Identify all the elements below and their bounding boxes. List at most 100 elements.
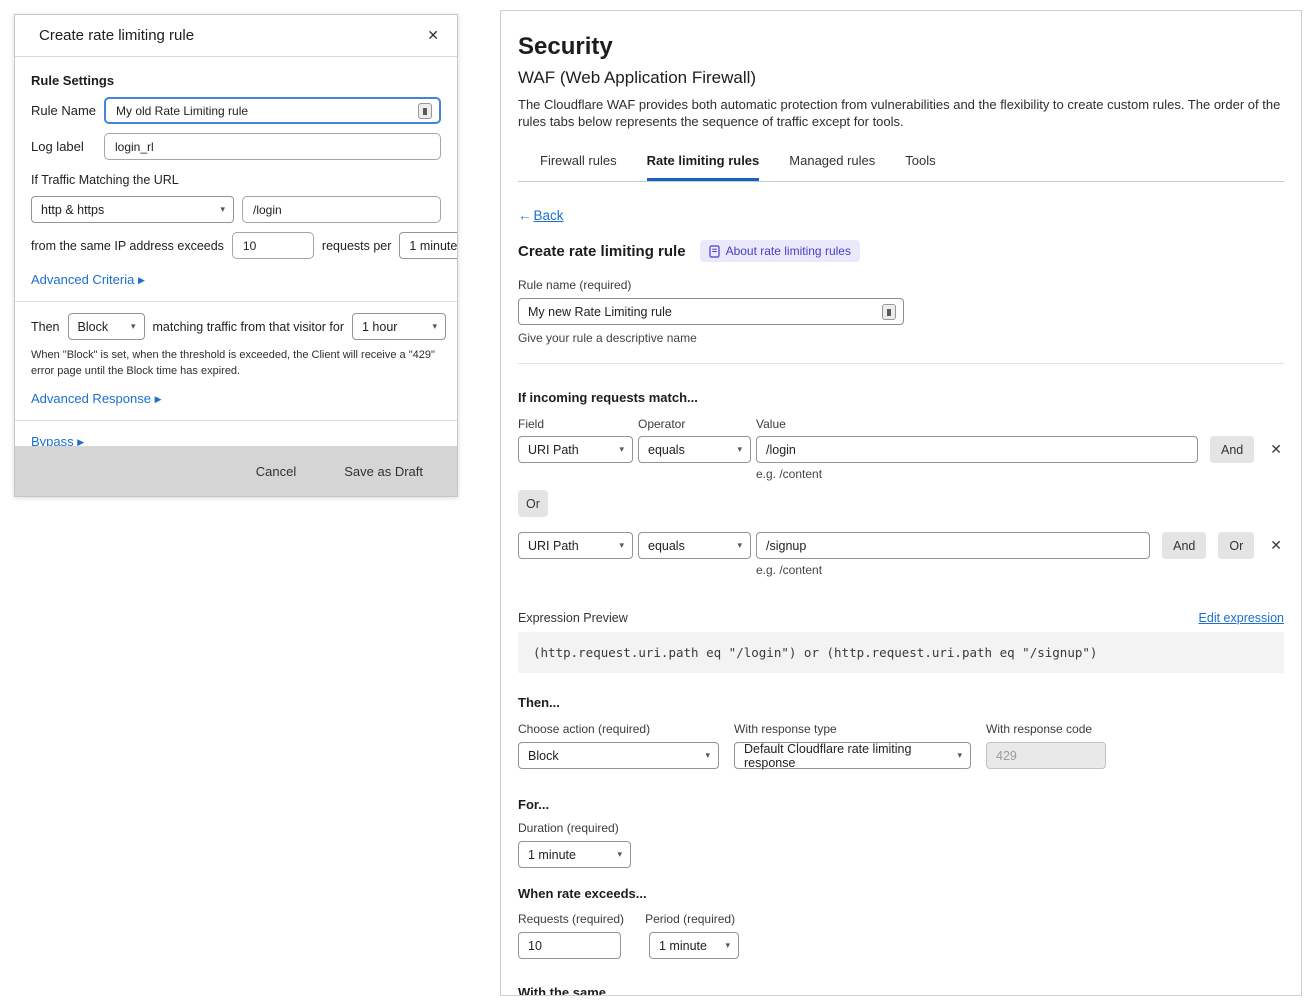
page-subtitle: WAF (Web Application Firewall) — [518, 68, 1284, 88]
page-title: Security — [518, 33, 1284, 61]
value-input[interactable] — [756, 532, 1150, 559]
operator-column-label: Operator — [638, 417, 756, 431]
rule-name-input[interactable] — [108, 104, 412, 118]
expression-code: (http.request.uri.path eq "/login") or (… — [518, 632, 1284, 673]
close-icon[interactable]: ✕ — [425, 25, 441, 46]
response-type-label: With response type — [734, 722, 971, 736]
dialog-footer: Cancel Save as Draft — [15, 446, 457, 496]
remove-icon[interactable]: ✕ — [1268, 441, 1284, 458]
advanced-criteria-link[interactable]: Advanced Criteria ▶ — [31, 272, 145, 287]
dialog-divider — [15, 301, 457, 302]
condition-row: URI Path ▾ equals ▾ And Or ✕ — [518, 532, 1284, 559]
chevron-down-icon: ▾ — [957, 751, 962, 760]
remove-icon[interactable]: ✕ — [1268, 537, 1284, 554]
rule-name-field-wrap — [104, 97, 441, 124]
value-input[interactable] — [756, 436, 1198, 463]
value-column-label: Value — [756, 417, 786, 431]
response-code-input: 429 — [986, 742, 1106, 769]
chevron-down-icon: ▾ — [619, 445, 624, 454]
scheme-select[interactable]: http & https ▾ — [31, 196, 234, 223]
chevron-down-icon: ▾ — [617, 850, 622, 859]
cancel-button[interactable]: Cancel — [250, 463, 302, 480]
back-arrow-icon: ← — [518, 208, 532, 223]
rule-settings-heading: Rule Settings — [31, 73, 441, 88]
chevron-down-icon: ▾ — [131, 322, 136, 331]
back-link[interactable]: ← Back — [518, 208, 564, 223]
form-title: Create rate limiting rule — [518, 243, 686, 260]
field-select[interactable]: URI Path ▾ — [518, 532, 633, 559]
url-input[interactable] — [245, 203, 433, 217]
chevron-down-icon: ▾ — [220, 205, 225, 214]
and-button[interactable]: And — [1162, 532, 1206, 559]
traffic-match-heading: If Traffic Matching the URL — [31, 173, 441, 187]
chevron-down-icon: ▾ — [432, 322, 437, 331]
block-duration-select[interactable]: 1 hour ▾ — [352, 313, 446, 340]
tab-managed-rules[interactable]: Managed rules — [789, 144, 875, 181]
disclosure-triangle-icon: ▶ — [155, 394, 162, 404]
chevron-down-icon: ▾ — [619, 541, 624, 550]
requests-per-text: requests per — [322, 239, 391, 253]
security-waf-panel: Security WAF (Web Application Firewall) … — [500, 10, 1302, 996]
response-type-select[interactable]: Default Cloudflare rate limiting respons… — [734, 742, 971, 769]
period-label: Period (required) — [645, 912, 735, 926]
period-select[interactable]: 1 minute ▾ — [399, 232, 458, 259]
edit-expression-link[interactable]: Edit expression — [1199, 611, 1284, 625]
create-rate-limiting-rule-dialog: Create rate limiting rule ✕ Rule Setting… — [14, 14, 458, 497]
block-note: When "Block" is set, when the threshold … — [31, 348, 441, 380]
rate-heading: When rate exceeds... — [518, 886, 1284, 901]
rule-name-field-wrap — [518, 298, 904, 325]
log-label-field-wrap — [104, 133, 441, 160]
dialog-header: Create rate limiting rule ✕ — [15, 15, 457, 57]
rule-name-label: Rule Name — [31, 103, 104, 118]
url-field-wrap — [242, 196, 441, 223]
disclosure-triangle-icon: ▶ — [138, 275, 145, 285]
about-rate-limiting-badge[interactable]: About rate limiting rules — [700, 240, 860, 262]
save-as-draft-button[interactable]: Save as Draft — [338, 463, 429, 480]
section-divider — [518, 363, 1284, 364]
log-label-input[interactable] — [107, 140, 433, 154]
requests-label: Requests (required) — [518, 912, 624, 926]
dialog-divider — [15, 420, 457, 421]
field-select[interactable]: URI Path ▾ — [518, 436, 633, 463]
value-helper: e.g. /content — [756, 563, 1284, 577]
doc-icon — [709, 245, 720, 258]
waf-tabs: Firewall rules Rate limiting rules Manag… — [518, 144, 1284, 182]
action-select[interactable]: Block ▾ — [68, 313, 145, 340]
same-heading: With the same... — [518, 985, 1284, 996]
operator-select[interactable]: equals ▾ — [638, 532, 751, 559]
expression-preview-label: Expression Preview — [518, 611, 628, 625]
duration-label: Duration (required) — [518, 821, 1284, 835]
requests-input[interactable] — [518, 932, 621, 959]
requests-input[interactable] — [235, 239, 306, 253]
or-button[interactable]: Or — [1218, 532, 1254, 559]
rule-name-label: Rule name (required) — [518, 278, 1284, 292]
action-select[interactable]: Block ▾ — [518, 742, 719, 769]
advanced-response-link[interactable]: Advanced Response ▶ — [31, 391, 162, 406]
operator-select[interactable]: equals ▾ — [638, 436, 751, 463]
response-code-label: With response code — [986, 722, 1106, 736]
duration-select[interactable]: 1 minute ▾ — [518, 841, 631, 868]
tab-tools[interactable]: Tools — [905, 144, 935, 181]
for-heading: For... — [518, 797, 1284, 812]
chevron-down-icon: ▾ — [725, 941, 730, 950]
rule-name-input[interactable] — [519, 305, 876, 319]
tab-firewall-rules[interactable]: Firewall rules — [540, 144, 617, 181]
autofill-icon — [882, 304, 896, 320]
value-helper: e.g. /content — [756, 467, 1284, 481]
or-connector-button[interactable]: Or — [518, 490, 548, 517]
condition-row: URI Path ▾ equals ▾ And ✕ — [518, 436, 1284, 463]
dialog-title: Create rate limiting rule — [39, 27, 194, 44]
matching-text: matching traffic from that visitor for — [153, 320, 345, 334]
then-text: Then — [31, 320, 60, 334]
and-button[interactable]: And — [1210, 436, 1254, 463]
requests-field-wrap — [232, 232, 314, 259]
period-select[interactable]: 1 minute ▾ — [649, 932, 739, 959]
match-heading: If incoming requests match... — [518, 390, 1284, 405]
exceeds-text: from the same IP address exceeds — [31, 239, 224, 253]
rule-name-helper: Give your rule a descriptive name — [518, 331, 1284, 345]
chevron-down-icon: ▾ — [737, 445, 742, 454]
tab-rate-limiting-rules[interactable]: Rate limiting rules — [647, 144, 760, 181]
field-column-label: Field — [518, 417, 638, 431]
chevron-down-icon: ▾ — [737, 541, 742, 550]
autofill-icon — [418, 103, 432, 119]
